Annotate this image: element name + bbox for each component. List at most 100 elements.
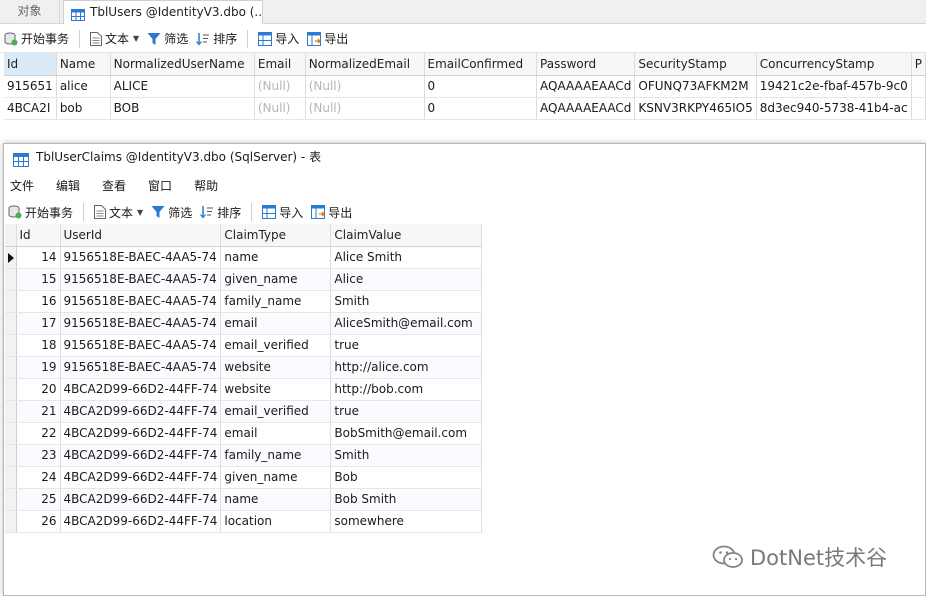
table-cell[interactable]: 9156518E-BAEC-4AA5-74 — [60, 312, 222, 335]
window-titlebar[interactable]: TblUserClaims @IdentityV3.dbo (SqlServer… — [4, 144, 925, 170]
table-cell[interactable]: bob — [56, 97, 111, 120]
table-cell[interactable]: 4BCA2D99-66D2-44FF-74 — [60, 378, 222, 401]
table-cell[interactable]: (Null) — [254, 75, 306, 98]
filter-button[interactable]: 筛选 — [147, 200, 196, 224]
table-cell[interactable]: 25 — [16, 488, 61, 511]
table-cell[interactable]: AliceSmith@email.com — [330, 312, 483, 335]
table-cell[interactable]: 24 — [16, 466, 61, 489]
table-cell[interactable]: name — [220, 246, 332, 269]
column-header[interactable]: Id — [16, 224, 61, 247]
table-cell[interactable]: (Null) — [254, 97, 306, 120]
table-cell[interactable]: 9156518E-BAEC-4AA5-74 — [60, 268, 222, 291]
table-cell[interactable]: 19421c2e-fbaf-457b-9c0 — [756, 75, 912, 98]
table-cell[interactable]: BOB — [110, 97, 255, 120]
table-cell[interactable]: email_verified — [220, 400, 332, 423]
column-header[interactable]: UserId — [60, 224, 222, 247]
table-cell[interactable]: 0 — [424, 97, 538, 120]
table-row[interactable]: 21 4BCA2D99-66D2-44FF-74 email_verified tru… — [5, 400, 483, 423]
row-indicator[interactable] — [5, 444, 17, 467]
table-cell[interactable]: Bob — [330, 466, 483, 489]
row-indicator[interactable] — [5, 312, 17, 335]
table-cell[interactable]: (Null) — [305, 97, 425, 120]
tab-tblusers[interactable]: TblUsers @IdentityV3.dbo (... — [63, 0, 263, 24]
table-row[interactable]: 915651 alice ALICE (Null) (Null) 0 AQAAA… — [4, 75, 926, 98]
row-indicator[interactable] — [5, 334, 17, 357]
table-cell[interactable]: 17 — [16, 312, 61, 335]
sort-button[interactable]: 排序 — [192, 27, 241, 51]
table-cell[interactable]: Smith — [330, 290, 483, 313]
table-row[interactable]: 20 4BCA2D99-66D2-44FF-74 website http://bob… — [5, 378, 483, 401]
menu-file[interactable]: 文件 — [4, 177, 41, 194]
table-cell[interactable]: true — [330, 334, 483, 357]
table-row[interactable]: 4BCA2I bob BOB (Null) (Null) 0 AQAAAAEAA… — [4, 97, 926, 120]
table-cell[interactable]: ALICE — [110, 75, 255, 98]
row-indicator[interactable] — [5, 290, 17, 313]
column-header[interactable]: ClaimValue — [330, 224, 483, 247]
table-cell[interactable]: 915651 — [4, 75, 57, 98]
row-indicator[interactable] — [5, 400, 17, 423]
table-cell[interactable]: 15 — [16, 268, 61, 291]
table-cell[interactable]: 4BCA2D99-66D2-44FF-74 — [60, 510, 222, 533]
table-cell[interactable]: 18 — [16, 334, 61, 357]
import-button[interactable]: 导入 — [258, 200, 307, 224]
column-header[interactable]: Email — [254, 53, 306, 76]
table-cell[interactable]: 4BCA2D99-66D2-44FF-74 — [60, 400, 222, 423]
table-cell[interactable]: AQAAAAEAACd — [536, 97, 636, 120]
table-cell[interactable]: 26 — [16, 510, 61, 533]
table-cell[interactable]: family_name — [220, 444, 332, 467]
menu-view[interactable]: 查看 — [95, 177, 133, 194]
table-cell[interactable]: email — [220, 312, 332, 335]
table-row[interactable]: 24 4BCA2D99-66D2-44FF-74 given_name Bob — [5, 466, 483, 489]
table-cell[interactable]: 19 — [16, 356, 61, 379]
table-row[interactable]: 26 4BCA2D99-66D2-44FF-74 location somewhere — [5, 510, 483, 533]
table-cell[interactable]: http://bob.com — [330, 378, 483, 401]
table-cell[interactable]: 20 — [16, 378, 61, 401]
menu-window[interactable]: 窗口 — [141, 177, 179, 194]
filter-button[interactable]: 筛选 — [143, 27, 192, 51]
sort-button[interactable]: 排序 — [196, 200, 245, 224]
table-cell[interactable]: email — [220, 422, 332, 445]
table-cell[interactable]: BobSmith@email.com — [330, 422, 483, 445]
table-cell[interactable]: given_name — [220, 268, 332, 291]
table-cell[interactable] — [911, 97, 926, 120]
table-cell[interactable]: (Null) — [305, 75, 425, 98]
column-header[interactable]: ConcurrencyStamp — [756, 53, 912, 76]
table-cell[interactable]: OFUNQ73AFKM2M — [634, 75, 757, 98]
row-indicator[interactable] — [5, 510, 17, 533]
table-cell[interactable]: 9156518E-BAEC-4AA5-74 — [60, 356, 222, 379]
export-button[interactable]: 导出 — [307, 200, 356, 224]
table-cell[interactable]: 9156518E-BAEC-4AA5-74 — [60, 290, 222, 313]
begin-transaction-button[interactable]: 开始事务 — [0, 27, 73, 51]
table-cell[interactable]: website — [220, 378, 332, 401]
table-row[interactable]: 22 4BCA2D99-66D2-44FF-74 email BobSmith@ema… — [5, 422, 483, 445]
column-header[interactable]: NormalizedUserName — [110, 53, 255, 76]
column-header[interactable]: SecurityStamp — [634, 53, 757, 76]
tab-objects[interactable]: 对象 — [0, 0, 60, 24]
column-header[interactable]: Name — [56, 53, 111, 76]
table-cell[interactable]: 4BCA2D99-66D2-44FF-74 — [60, 488, 222, 511]
table-cell[interactable]: 0 — [424, 75, 538, 98]
table-cell[interactable]: given_name — [220, 466, 332, 489]
row-indicator[interactable] — [5, 268, 17, 291]
table-row[interactable]: 18 9156518E-BAEC-4AA5-74 email_verified tru… — [5, 334, 483, 357]
column-header[interactable]: P — [911, 53, 926, 76]
table-cell[interactable]: 8d3ec940-5738-41b4-ac — [756, 97, 912, 120]
row-indicator[interactable] — [5, 378, 17, 401]
row-indicator[interactable] — [5, 488, 17, 511]
column-header[interactable]: Password — [536, 53, 636, 76]
table-cell[interactable]: 23 — [16, 444, 61, 467]
table-row[interactable]: 14 9156518E-BAEC-4AA5-74 name Alice Smith — [5, 246, 483, 269]
table-cell[interactable]: Alice Smith — [330, 246, 483, 269]
table-cell[interactable]: Alice — [330, 268, 483, 291]
table-cell[interactable]: http://alice.com — [330, 356, 483, 379]
table-row[interactable]: 25 4BCA2D99-66D2-44FF-74 name Bob Smith — [5, 488, 483, 511]
table-cell[interactable]: 14 — [16, 246, 61, 269]
table-cell[interactable]: family_name — [220, 290, 332, 313]
table-row[interactable]: 23 4BCA2D99-66D2-44FF-74 family_name Smith — [5, 444, 483, 467]
column-header[interactable]: ClaimType — [220, 224, 332, 247]
column-header[interactable]: NormalizedEmail — [305, 53, 425, 76]
row-indicator[interactable] — [5, 246, 17, 269]
column-header[interactable]: EmailConfirmed — [424, 53, 538, 76]
table-cell[interactable]: true — [330, 400, 483, 423]
table-cell[interactable]: 21 — [16, 400, 61, 423]
